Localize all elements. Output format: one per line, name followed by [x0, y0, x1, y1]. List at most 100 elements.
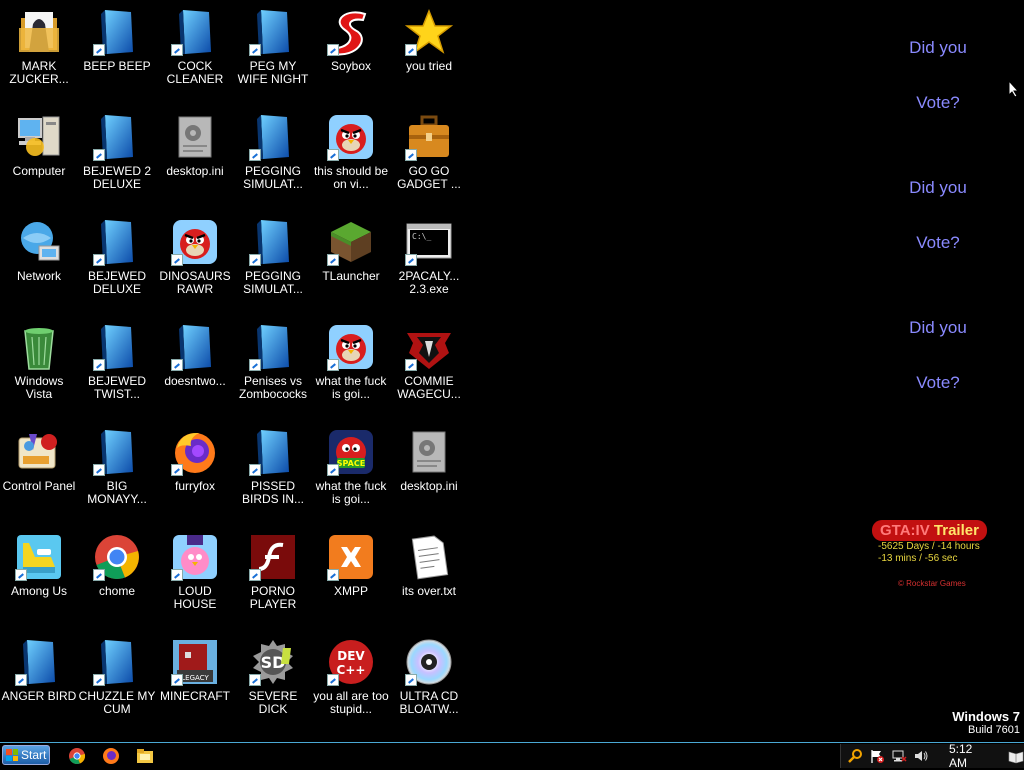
desktop-icon[interactable]: Windows Vista [0, 319, 78, 419]
countdown-days: -5625 Days / -14 hours [878, 541, 980, 552]
desktop-icon[interactable]: XMPP [312, 529, 390, 629]
volume-icon[interactable] [913, 748, 929, 764]
star-icon [405, 8, 453, 56]
angry-bird-icon [327, 113, 375, 161]
desktop-icon-label: XMPP [333, 584, 368, 598]
windows-version-watermark: Windows 7 Build 7601 [952, 709, 1020, 736]
desktop-icon-label: BEJEWED TWIST... [87, 374, 146, 401]
desktop-icon-label: MINECRAFT [160, 689, 230, 703]
blue-app-icon [249, 428, 297, 476]
network-status-icon[interactable] [891, 748, 907, 764]
control-panel-icon [15, 428, 63, 476]
gta-countdown-gadget[interactable]: GTA:IV Trailer -5625 Days / -14 hours -1… [872, 520, 1004, 588]
desktop-icon[interactable]: BIG MONAYY... [78, 424, 156, 524]
desktop-icon[interactable]: its over.txt [390, 529, 468, 629]
desktop-icon-label: DINOSAURS RAWR [159, 269, 231, 296]
desktop-icon-label: Soybox [330, 59, 372, 73]
desktop-icon[interactable]: BEJEWED DELUXE [78, 214, 156, 314]
desktop-icon-label: BEJEWED 2 DELUXE [82, 164, 151, 191]
shortcut-arrow-icon [93, 674, 105, 686]
desktop-icon[interactable]: ULTRA CD BLOATW... [390, 634, 468, 734]
desktop-icon[interactable]: SPACE what the fuck is goi... [312, 424, 390, 524]
settings-file-icon [405, 428, 453, 476]
desktop-icon[interactable]: Among Us [0, 529, 78, 629]
desktop-icon[interactable]: you tried [390, 4, 468, 104]
desktop-icon[interactable]: Computer [0, 109, 78, 209]
desktop-icon[interactable]: COCK CLEANER [156, 4, 234, 104]
desktop-icon[interactable]: LEGACY MINECRAFT [156, 634, 234, 734]
text-file-icon [405, 533, 453, 581]
desktop-icon-label: what the fuck is goi... [315, 374, 387, 401]
desktop-icon-label: furryfox [174, 479, 215, 493]
desktop-icon[interactable]: BEJEWED TWIST... [78, 319, 156, 419]
desktop-icon[interactable]: chome [78, 529, 156, 629]
desktop-icon-label: Among Us [10, 584, 68, 598]
sd-icon: SD [249, 638, 297, 686]
shortcut-arrow-icon [405, 44, 417, 56]
desktop-icon[interactable]: LOUD HOUSE [156, 529, 234, 629]
svg-text:SPACE: SPACE [337, 459, 365, 468]
desktop-icon-label: PEGGING SIMULAT... [243, 164, 303, 191]
desktop-icon[interactable]: doesntwo... [156, 319, 234, 419]
shortcut-arrow-icon [249, 464, 261, 476]
desktop-icon[interactable]: PEGGING SIMULAT... [234, 109, 312, 209]
desktop-icon[interactable]: ANGER BIRD [0, 634, 78, 734]
desktop-icon[interactable]: furryfox [156, 424, 234, 524]
vote-text: Vote? [916, 93, 960, 112]
desktop-icon-label: ULTRA CD BLOATW... [399, 689, 459, 716]
chrome-icon[interactable] [68, 747, 86, 765]
desktop-icon[interactable]: BEEP BEEP [78, 4, 156, 104]
desktop-icon-label: ANGER BIRD [1, 689, 77, 703]
desktop-icon[interactable]: SD SEVERE DICK [234, 634, 312, 734]
desktop-icon[interactable]: DINOSAURS RAWR [156, 214, 234, 314]
desktop-icon[interactable]: COMMIE WAGECU... [390, 319, 468, 419]
desktop-icon[interactable]: BEJEWED 2 DELUXE [78, 109, 156, 209]
show-desktop-icon[interactable] [1008, 748, 1024, 764]
shortcut-arrow-icon [171, 464, 183, 476]
start-button[interactable]: Start [2, 745, 50, 765]
angry-bird-icon [171, 218, 219, 266]
desktop-icon[interactable]: PISSED BIRDS IN... [234, 424, 312, 524]
shortcut-arrow-icon [93, 44, 105, 56]
desktop-icon[interactable]: PEG MY WIFE NIGHT [234, 4, 312, 104]
desktop-icon[interactable]: TLauncher [312, 214, 390, 314]
desktop-icon[interactable]: Penises vs Zombococks [234, 319, 312, 419]
desktop-icon[interactable]: desktop.ini [390, 424, 468, 524]
shortcut-arrow-icon [93, 569, 105, 581]
blue-app-icon [171, 8, 219, 56]
action-center-flag-icon[interactable] [869, 748, 885, 764]
desktop-icon[interactable]: GO GO GADGET ... [390, 109, 468, 209]
shortcut-arrow-icon [327, 149, 339, 161]
blue-app-icon [93, 428, 141, 476]
desktop-icon-label: Computer [12, 164, 66, 178]
explorer-icon[interactable] [136, 747, 154, 765]
blue-app-icon [93, 218, 141, 266]
desktop-icon[interactable]: PORNO PLAYER [234, 529, 312, 629]
search-icon[interactable] [847, 748, 863, 764]
desktop-icon-label: PEG MY WIFE NIGHT [237, 59, 309, 86]
desktop-icon[interactable]: PEGGING SIMULAT... [234, 214, 312, 314]
shortcut-arrow-icon [93, 359, 105, 371]
among-us-icon [15, 533, 63, 581]
desktop-icon[interactable]: DEV C++ you all are too stupid... [312, 634, 390, 734]
shortcut-arrow-icon [249, 359, 261, 371]
desktop-icon[interactable]: Network [0, 214, 78, 314]
desktop-icon-label: LOUD HOUSE [173, 584, 217, 611]
desktop-icon[interactable]: MARK ZUCKER... [0, 4, 78, 104]
desktop-icon-label: what the fuck is goi... [315, 479, 387, 506]
shortcut-arrow-icon [327, 674, 339, 686]
desktop-icon-label: BEEP BEEP [83, 59, 151, 73]
desktop-icon[interactable]: Soybox [312, 4, 390, 104]
console-icon: C:\_ [405, 218, 453, 266]
blue-app-icon [93, 113, 141, 161]
desktop-icon[interactable]: what the fuck is goi... [312, 319, 390, 419]
desktop-icon[interactable]: desktop.ini [156, 109, 234, 209]
clock[interactable]: 5:12 AM [949, 742, 992, 770]
firefox-icon[interactable] [102, 747, 120, 765]
pink-bird-icon [171, 533, 219, 581]
desktop-icon[interactable]: CHUZZLE MY CUM [78, 634, 156, 734]
desktop-icon[interactable]: Control Panel [0, 424, 78, 524]
desktop-icon-label: COMMIE WAGECU... [397, 374, 461, 401]
desktop-icon[interactable]: C:\_ 2PACALY... 2.3.exe [390, 214, 468, 314]
desktop-icon[interactable]: this should be on vi... [312, 109, 390, 209]
